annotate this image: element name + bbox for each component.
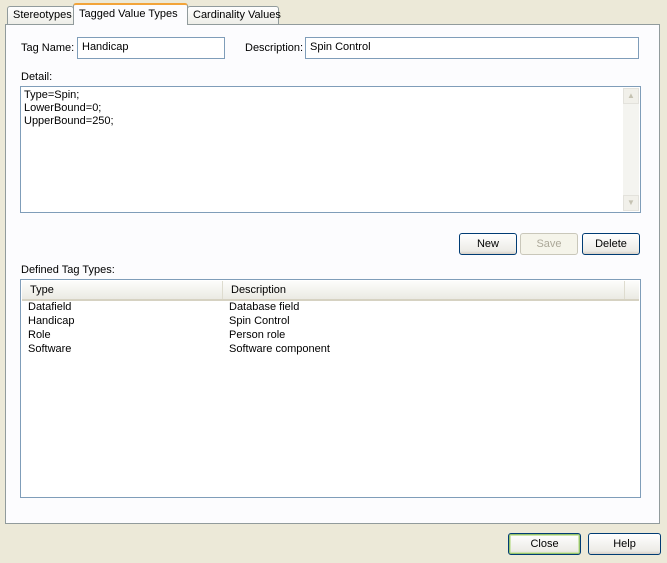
cell-type: Datafield [28,301,72,313]
table-row[interactable]: Handicap Spin Control [22,315,639,329]
cell-type: Role [28,329,51,341]
chevron-down-icon[interactable]: ▼ [623,195,639,211]
help-button[interactable]: Help [588,533,661,555]
tag-types-list[interactable]: Type Description Datafield Database fiel… [20,279,641,498]
list-header: Type Description [22,281,639,301]
delete-button[interactable]: Delete [582,233,640,255]
description-input[interactable]: Spin Control [305,37,639,59]
cell-description: Software component [229,343,330,355]
new-button[interactable]: New [459,233,517,255]
cell-type: Handicap [28,315,75,327]
table-row[interactable]: Role Person role [22,329,639,343]
table-row[interactable]: Datafield Database field [22,301,639,315]
cell-description: Person role [229,329,286,341]
tag-name-input[interactable]: Handicap [77,37,225,59]
column-header-type[interactable]: Type [22,281,223,299]
cell-type: Software [28,343,72,355]
defined-tag-types-label: Defined Tag Types: [21,264,115,276]
detail-scrollbar[interactable]: ▲ ▼ [623,88,639,211]
close-button[interactable]: Close [508,533,581,555]
column-header-description[interactable]: Description [223,281,625,299]
description-label: Description: [245,42,304,54]
chevron-up-icon[interactable]: ▲ [623,88,639,104]
cell-description: Spin Control [229,315,290,327]
detail-textarea[interactable]: Type=Spin; LowerBound=0; UpperBound=250; [21,87,622,212]
save-button: Save [520,233,578,255]
tag-name-label: Tag Name: [21,42,75,54]
detail-box: Type=Spin; LowerBound=0; UpperBound=250;… [20,86,641,213]
detail-label: Detail: [21,71,53,83]
cell-description: Database field [229,301,300,313]
table-row[interactable]: Software Software component [22,343,639,357]
